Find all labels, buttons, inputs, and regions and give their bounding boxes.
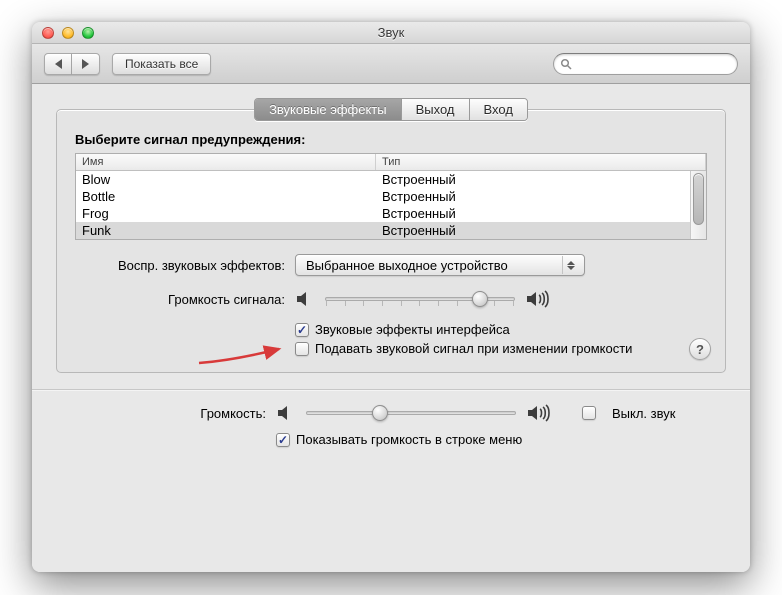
chevron-right-icon: [82, 59, 89, 69]
table-row[interactable]: Frog Встроенный: [76, 205, 690, 222]
close-button[interactable]: [42, 27, 54, 39]
chevron-left-icon: [55, 59, 62, 69]
window-title: Звук: [32, 25, 750, 40]
table-row[interactable]: Funk Встроенный: [76, 222, 690, 239]
pane-body: Звуковые эффекты Выход Вход Выберите сиг…: [32, 84, 750, 572]
scroll-thumb[interactable]: [693, 173, 704, 225]
minimize-button[interactable]: [62, 27, 74, 39]
volume-feedback-checkbox[interactable]: [295, 342, 309, 356]
col-type[interactable]: Тип: [376, 154, 706, 170]
titlebar: Звук: [32, 22, 750, 44]
traffic-lights: [42, 27, 94, 39]
tab-output[interactable]: Выход: [402, 99, 470, 120]
volume-feedback-label: Подавать звуковой сигнал при изменении г…: [315, 341, 632, 356]
alert-volume-slider[interactable]: [325, 297, 515, 301]
alert-volume-label: Громкость сигнала:: [75, 292, 295, 307]
alert-prompt: Выберите сигнал предупреждения:: [75, 132, 707, 147]
toolbar: Показать все: [32, 44, 750, 84]
table-header: Имя Тип: [76, 154, 706, 171]
table-row[interactable]: Blow Встроенный: [76, 171, 690, 188]
output-volume-slider[interactable]: [306, 411, 516, 415]
popup-arrows-icon: [562, 256, 578, 274]
menubar-volume-checkbox[interactable]: [276, 433, 290, 447]
playthrough-label: Воспр. звуковых эффектов:: [75, 258, 295, 273]
search-input[interactable]: [576, 57, 731, 71]
slider-knob[interactable]: [372, 405, 388, 421]
show-all-button[interactable]: Показать все: [112, 53, 211, 75]
zoom-button[interactable]: [82, 27, 94, 39]
ui-sounds-label: Звуковые эффекты интерфейса: [315, 322, 510, 337]
ui-sounds-checkbox[interactable]: [295, 323, 309, 337]
search-field[interactable]: [553, 53, 738, 75]
table-body: Blow Встроенный Bottle Встроенный Frog В…: [76, 171, 690, 239]
mute-label: Выкл. звук: [612, 406, 675, 421]
playthrough-popup[interactable]: Выбранное выходное устройство: [295, 254, 585, 276]
alert-table: Имя Тип Blow Встроенный Bottle Встроенны…: [75, 153, 707, 240]
help-button[interactable]: ?: [689, 338, 711, 360]
sound-effects-group: Выберите сигнал предупреждения: Имя Тип …: [56, 109, 726, 373]
playthrough-value: Выбранное выходное устройство: [306, 258, 556, 273]
mute-checkbox[interactable]: [582, 406, 596, 420]
speaker-high-icon: [526, 404, 552, 422]
search-icon: [560, 58, 572, 70]
back-button[interactable]: [44, 53, 72, 75]
output-volume-label: Громкость:: [56, 406, 276, 421]
speaker-low-icon: [276, 404, 296, 422]
table-scrollbar[interactable]: [690, 171, 706, 239]
menubar-volume-label: Показывать громкость в строке меню: [296, 432, 522, 447]
speaker-low-icon: [295, 290, 315, 308]
annotation-arrow-icon: [195, 335, 285, 375]
nav-segment: [44, 53, 100, 75]
speaker-high-icon: [525, 290, 551, 308]
show-all-label: Показать все: [125, 57, 198, 71]
tab-input[interactable]: Вход: [470, 99, 527, 120]
window: Звук Показать все Звуковые эффекты Выход: [32, 22, 750, 572]
forward-button[interactable]: [72, 53, 100, 75]
table-row[interactable]: Bottle Встроенный: [76, 188, 690, 205]
tab-sound-effects[interactable]: Звуковые эффекты: [255, 99, 402, 120]
slider-knob[interactable]: [472, 291, 488, 307]
col-name[interactable]: Имя: [76, 154, 376, 170]
tabs: Звуковые эффекты Выход Вход: [56, 98, 726, 121]
